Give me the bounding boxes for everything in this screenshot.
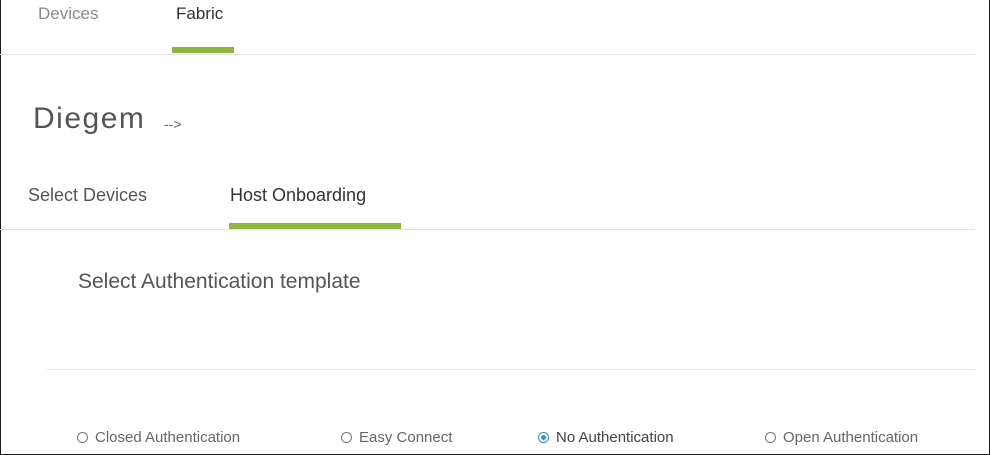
radio-unchecked-icon[interactable] xyxy=(765,431,776,443)
site-arrow-link[interactable]: --> xyxy=(164,116,182,132)
radio-label: Closed Authentication xyxy=(95,428,241,446)
radio-open-authentication[interactable]: Open Authentication xyxy=(765,427,918,447)
radio-no-authentication[interactable]: No Authentication xyxy=(538,427,674,447)
auth-template-heading: Select Authentication template xyxy=(78,270,361,293)
top-tab-divider xyxy=(0,54,975,55)
tab-fabric[interactable]: Fabric xyxy=(176,4,223,24)
tab-select-devices[interactable]: Select Devices xyxy=(28,185,147,206)
sub-tab-divider xyxy=(0,229,975,230)
radio-label: No Authentication xyxy=(556,428,674,446)
radio-label: Easy Connect xyxy=(359,428,453,446)
tab-host-onboarding[interactable]: Host Onboarding xyxy=(230,185,366,206)
top-tab-bar: Devices Fabric xyxy=(0,0,975,55)
radio-unchecked-icon[interactable] xyxy=(341,431,352,443)
window-frame xyxy=(0,0,990,455)
site-title: Diegem xyxy=(33,102,146,135)
radio-checked-icon[interactable] xyxy=(538,431,549,443)
radio-label: Open Authentication xyxy=(783,428,919,446)
radio-closed-authentication[interactable]: Closed Authentication xyxy=(77,427,240,447)
radio-easy-connect[interactable]: Easy Connect xyxy=(341,427,452,447)
radio-unchecked-icon[interactable] xyxy=(77,431,88,443)
tab-fabric-active-indicator xyxy=(172,47,234,53)
tab-devices[interactable]: Devices xyxy=(38,4,98,24)
section-divider xyxy=(47,369,975,370)
